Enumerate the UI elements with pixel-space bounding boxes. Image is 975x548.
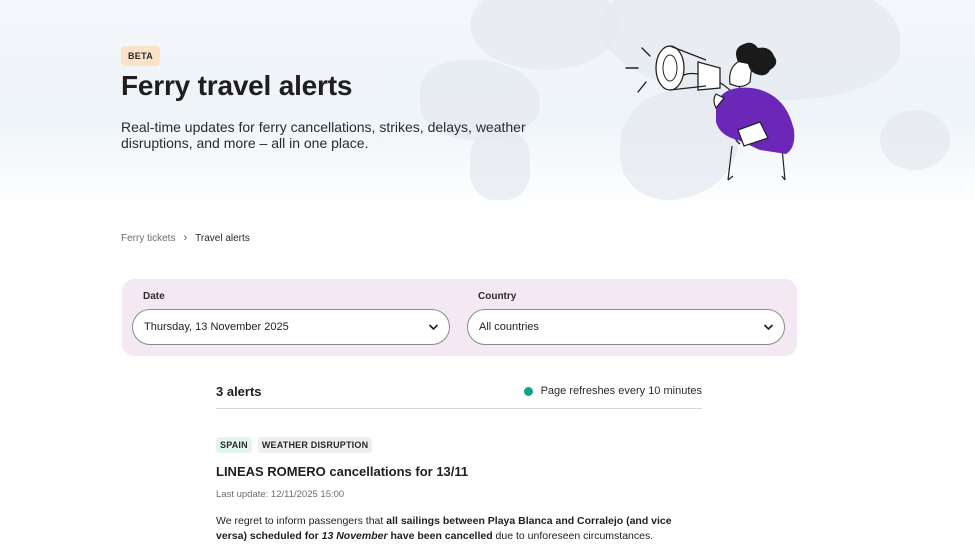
- hero-banner: BETA Ferry travel alerts Real-time updat…: [0, 0, 975, 210]
- breadcrumb-link-ferry-tickets[interactable]: Ferry tickets: [121, 233, 175, 244]
- country-select[interactable]: All countries: [467, 309, 785, 345]
- breadcrumb-current: Travel alerts: [195, 232, 250, 244]
- alerts-header: 3 alerts Page refreshes every 10 minutes: [216, 384, 702, 409]
- breadcrumb: Ferry tickets › Travel alerts: [121, 232, 250, 244]
- country-tag: SPAIN: [216, 437, 252, 453]
- refresh-indicator: Page refreshes every 10 minutes: [523, 385, 702, 397]
- refresh-text: Page refreshes every 10 minutes: [540, 385, 702, 397]
- alert-tags: SPAIN WEATHER DISRUPTION: [216, 437, 378, 453]
- world-map-shape: [880, 110, 950, 170]
- date-label: Date: [143, 291, 165, 302]
- country-select-value: All countries: [479, 321, 539, 333]
- disruption-type-tag: WEATHER DISRUPTION: [257, 437, 373, 453]
- page-title: Ferry travel alerts: [121, 70, 353, 101]
- date-select[interactable]: Thursday, 13 November 2025: [132, 309, 450, 345]
- alerts-count: 3 alerts: [216, 384, 262, 399]
- date-select-value: Thursday, 13 November 2025: [144, 321, 289, 333]
- filter-panel: Date Thursday, 13 November 2025 Country …: [122, 279, 797, 356]
- chevron-down-icon: [428, 324, 439, 331]
- alert-body-text: We regret to inform passengers that: [216, 515, 387, 527]
- country-label: Country: [478, 291, 517, 302]
- beta-badge: BETA: [121, 46, 161, 66]
- megaphone-illustration: [625, 42, 795, 181]
- alert-body-text: due to unforeseen circumstances.: [492, 530, 654, 542]
- world-map-shape: [470, 0, 620, 70]
- alert-body-emphasis: have been cancelled: [387, 530, 493, 542]
- alert-title[interactable]: LINEAS ROMERO cancellations for 13/11: [216, 464, 468, 479]
- breadcrumb-separator: ›: [183, 232, 188, 244]
- alert-body-date: 13 November: [321, 530, 388, 542]
- alert-body: We regret to inform passengers that all …: [216, 514, 702, 544]
- page-subtitle: Real-time updates for ferry cancellation…: [121, 119, 526, 151]
- status-dot: [523, 386, 533, 396]
- chevron-down-icon: [763, 324, 774, 331]
- alert-last-update: Last update: 12/11/2025 15:00: [216, 489, 345, 500]
